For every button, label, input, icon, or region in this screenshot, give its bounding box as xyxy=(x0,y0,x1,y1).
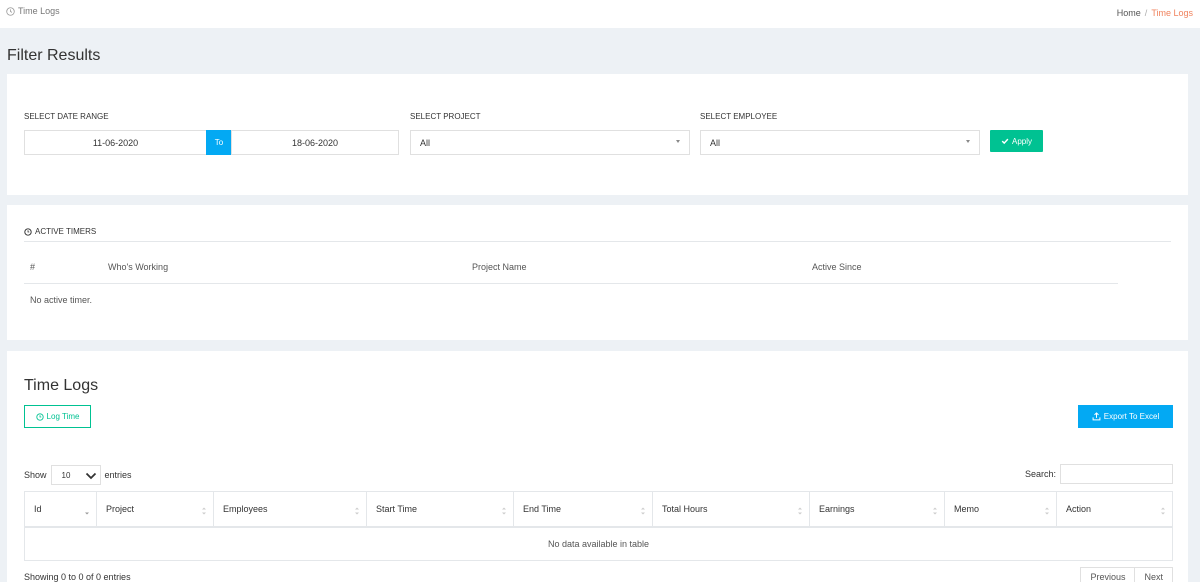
log-time-button-label: Log Time xyxy=(46,412,80,421)
search-input[interactable] xyxy=(1060,464,1173,484)
filter-results-heading: Filter Results xyxy=(7,47,101,64)
sort-icon xyxy=(202,507,206,515)
project-select-value: All xyxy=(420,137,431,148)
col-header-project[interactable]: Project xyxy=(96,491,214,528)
time-logs-title: Time Logs xyxy=(24,377,99,394)
breadcrumb-separator: / xyxy=(1144,8,1148,18)
page-length-control: Show 10 entries xyxy=(24,465,132,485)
search-control: Search: xyxy=(1025,464,1173,484)
divider xyxy=(24,283,1118,284)
caret-down-icon xyxy=(676,140,680,143)
sort-icon xyxy=(355,507,359,515)
no-active-timer-text: No active timer. xyxy=(30,295,93,305)
col-header-employees[interactable]: Employees xyxy=(213,491,367,528)
empty-table-cell: No data available in table xyxy=(24,526,1173,561)
col-header-label: Memo xyxy=(954,503,980,514)
col-header-start-time[interactable]: Start Time xyxy=(366,491,514,528)
project-label: SELECT PROJECT xyxy=(410,112,481,121)
sort-desc-icon xyxy=(85,512,89,515)
timer-col-number: # xyxy=(30,262,36,272)
col-header-total-hours[interactable]: Total Hours xyxy=(652,491,810,528)
breadcrumb-current: Time Logs xyxy=(1151,8,1193,18)
time-logs-panel: Time Logs Log Time Export To Excel Show … xyxy=(7,351,1188,582)
check-icon xyxy=(1001,138,1009,145)
caret-down-icon xyxy=(966,140,970,143)
page-title-text: Time Logs xyxy=(18,6,60,16)
upload-icon xyxy=(1092,412,1101,421)
col-header-memo[interactable]: Memo xyxy=(944,491,1057,528)
export-button-label: Export To Excel xyxy=(1103,412,1160,421)
next-page-button[interactable]: Next xyxy=(1135,567,1173,582)
employee-select[interactable]: All xyxy=(700,130,980,155)
col-header-label: Action xyxy=(1066,503,1092,514)
page-title: Time Logs xyxy=(6,6,60,16)
col-header-label: Id xyxy=(34,503,42,514)
col-header-label: Employees xyxy=(223,503,268,514)
filter-panel: SELECT DATE RANGE 11-06-2020 To 18-06-20… xyxy=(7,74,1188,195)
divider xyxy=(24,241,1171,242)
col-header-label: Start Time xyxy=(376,503,418,514)
table-header-row: Id Project Employees Start Time End Time… xyxy=(24,491,1173,528)
col-header-earnings[interactable]: Earnings xyxy=(809,491,945,528)
sort-icon xyxy=(641,507,645,515)
active-timers-panel: ACTIVE TIMERS # Who's Working Project Na… xyxy=(7,205,1188,340)
log-time-button[interactable]: Log Time xyxy=(24,405,91,428)
chevron-down-icon xyxy=(85,472,96,480)
col-header-label: Total Hours xyxy=(662,503,708,514)
clock-icon xyxy=(6,6,15,16)
breadcrumb: Home / Time Logs xyxy=(1117,8,1193,18)
col-header-label: Earnings xyxy=(819,503,855,514)
page-length-select[interactable]: 10 xyxy=(50,465,101,485)
page-length-value: 10 xyxy=(61,470,71,480)
clock-icon xyxy=(24,227,32,236)
sort-icon xyxy=(1045,507,1049,515)
search-label: Search: xyxy=(1024,469,1056,479)
breadcrumb-home-link[interactable]: Home xyxy=(1117,8,1141,18)
time-logs-table: Id Project Employees Start Time End Time… xyxy=(24,491,1173,561)
to-badge: To xyxy=(206,130,232,155)
table-info-text: Showing 0 to 0 of 0 entries xyxy=(24,572,131,582)
sort-icon xyxy=(502,507,506,515)
pagination: Previous Next xyxy=(1080,567,1173,582)
sort-icon xyxy=(798,507,802,515)
active-timers-title: ACTIVE TIMERS xyxy=(24,227,96,236)
table-row: No data available in table xyxy=(24,526,1173,561)
col-header-label: End Time xyxy=(523,503,562,514)
show-label: Show xyxy=(24,470,47,480)
sort-icon xyxy=(1161,507,1165,515)
end-date-input[interactable]: 18-06-2020 xyxy=(231,130,399,155)
export-to-excel-button[interactable]: Export To Excel xyxy=(1078,405,1173,428)
entries-label: entries xyxy=(104,470,132,480)
start-date-input[interactable]: 11-06-2020 xyxy=(24,130,207,155)
col-header-end-time[interactable]: End Time xyxy=(513,491,653,528)
employee-select-value: All xyxy=(710,137,721,148)
project-select[interactable]: All xyxy=(410,130,690,155)
clock-icon xyxy=(35,412,44,421)
employee-label: SELECT EMPLOYEE xyxy=(700,112,778,121)
col-header-label: Project xyxy=(106,503,135,514)
active-timers-title-text: ACTIVE TIMERS xyxy=(35,227,97,236)
top-bar: Time Logs Home / Time Logs xyxy=(0,0,1200,28)
previous-page-button[interactable]: Previous xyxy=(1080,567,1136,582)
date-range-label: SELECT DATE RANGE xyxy=(24,112,109,121)
timer-col-who: Who's Working xyxy=(108,262,169,272)
timer-col-project: Project Name xyxy=(472,262,527,272)
apply-button[interactable]: Apply xyxy=(990,130,1043,152)
col-header-action[interactable]: Action xyxy=(1056,491,1173,528)
apply-button-label: Apply xyxy=(1011,136,1032,146)
col-header-id[interactable]: Id xyxy=(24,491,97,528)
timer-col-active-since: Active Since xyxy=(812,262,862,272)
sort-icon xyxy=(933,507,937,515)
